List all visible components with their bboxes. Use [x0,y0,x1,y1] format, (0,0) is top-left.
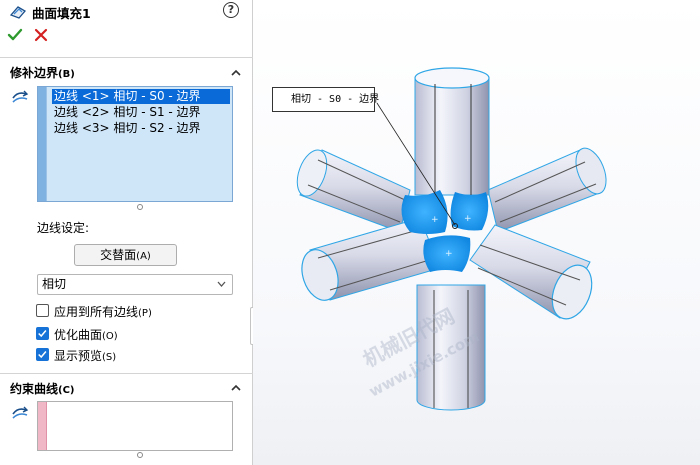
panel-title: 曲面填充1 [32,6,91,21]
list-item-edge-1[interactable]: 边线 <1> 相切 - S0 - 边界 [52,89,230,104]
checkbox-checked[interactable] [36,348,49,361]
edge-selection-icon [12,90,29,103]
svg-text:+: + [445,249,453,259]
check-icon[interactable] [7,27,23,43]
constraint-curves-section-title[interactable]: 约束曲线(C) [10,380,75,397]
divider [0,373,253,374]
list-resize-handle[interactable] [137,452,143,458]
tube-front-right [469,224,593,320]
divider [0,57,253,58]
checkbox-checked[interactable] [36,327,49,340]
edge-condition-select[interactable]: 相切 [37,274,233,295]
tube-back-right [487,147,607,233]
help-icon[interactable]: ? [223,2,239,18]
edge-callout-label[interactable]: 相切 - S0 - 边界 [272,87,379,112]
list-accent-bar [38,87,47,201]
collapse-constraint-curves-icon[interactable] [231,383,241,393]
svg-text:+: + [431,215,439,225]
close-icon[interactable] [34,28,48,42]
patch-boundary-section-title[interactable]: 修补边界(B) [10,64,75,81]
check-icon [38,330,47,338]
graphics-viewport[interactable]: + + + 机械旧代网 www.jixie.com [253,0,700,465]
property-manager-panel: 曲面填充1 ? 修补边界(B) 边线 <1> 相切 - S0 - 边界 边线 <… [0,0,253,465]
constraint-curves-list[interactable] [37,401,233,451]
edge-settings-label: 边线设定: [37,221,90,235]
chevron-down-icon [217,281,226,287]
list-accent-bar [38,402,47,450]
curve-selection-icon [12,406,29,419]
svg-text:+: + [464,214,472,224]
list-item-edge-2[interactable]: 边线 <2> 相切 - S1 - 边界 [52,105,230,120]
alternate-face-button[interactable]: 交替面(A) [74,244,177,266]
model-view[interactable]: + + + [253,0,700,465]
panel-titlebar: 曲面填充1 ? [0,0,253,24]
check-icon [38,351,47,359]
tube-back-left [296,149,411,233]
patch-boundary-list[interactable]: 边线 <1> 相切 - S0 - 边界 边线 <2> 相切 - S1 - 边界 … [37,86,233,202]
fill-surface-icon [9,6,27,19]
checkbox-unchecked[interactable] [36,304,49,317]
collapse-patch-boundary-icon[interactable] [231,68,241,78]
list-resize-handle[interactable] [137,204,143,210]
list-item-edge-3[interactable]: 边线 <3> 相切 - S2 - 边界 [52,121,230,136]
